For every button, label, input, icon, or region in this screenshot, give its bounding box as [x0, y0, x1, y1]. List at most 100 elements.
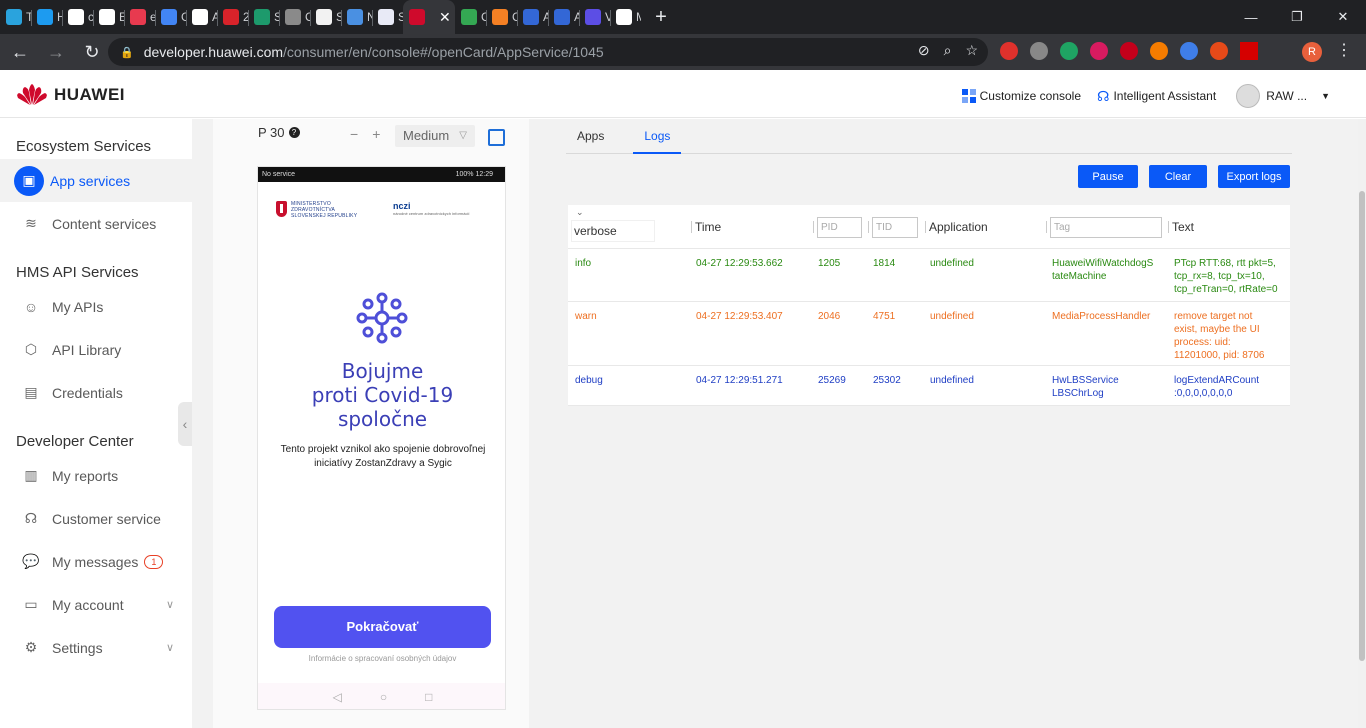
zoom-in-button[interactable]: + [372, 126, 380, 142]
device-model[interactable]: P 30 ? [258, 125, 300, 140]
headline-line-1: Bojujme [341, 359, 424, 383]
document-icon: ▤ [24, 384, 38, 400]
user-menu[interactable]: RAW ... ▼ [1236, 84, 1330, 108]
new-tab-button[interactable]: + [649, 6, 673, 29]
tab-favicon-icon [254, 9, 270, 25]
column-tag: Tag [1046, 205, 1162, 249]
chevron-down-icon[interactable]: ⌄ [576, 207, 584, 218]
text-line: remove target not [1174, 311, 1253, 322]
extension-icon[interactable] [1180, 42, 1198, 60]
table-row[interactable]: debug 04-27 12:29:51.271 25269 25302 und… [568, 366, 1290, 406]
column-time-label: Time [695, 220, 722, 234]
tag-filter-input[interactable]: Tag [1050, 216, 1162, 238]
browser-tab[interactable]: Aut [517, 0, 548, 34]
sidebar-collapse-toggle[interactable]: ‹ [178, 402, 192, 446]
extension-icon[interactable] [1150, 42, 1168, 60]
profile-avatar[interactable]: R [1302, 42, 1322, 62]
browser-tab[interactable]: Vir [579, 0, 610, 34]
back-triangle-icon[interactable]: ◁ [333, 690, 342, 704]
headline-line-3: spoločne [337, 407, 428, 431]
extension-icon[interactable] [1030, 42, 1048, 60]
flag-extension-icon[interactable] [1240, 42, 1258, 60]
sidebar-item-my-apis[interactable]: ☺ My APIs [0, 285, 192, 328]
pause-button[interactable]: Pause [1078, 165, 1138, 188]
table-row[interactable]: warn 04-27 12:29:53.407 2046 4751 undefi… [568, 302, 1290, 366]
sidebar-item-api-library[interactable]: ⬡ API Library [0, 328, 192, 371]
browser-tab[interactable]: Cor [279, 0, 310, 34]
customize-console-link[interactable]: Customize console [961, 89, 1081, 103]
clear-button[interactable]: Clear [1149, 165, 1207, 188]
browser-tab[interactable]: AM [186, 0, 217, 34]
phone-screen[interactable]: No service 100% 12:29 MINISTERSTVO ZDRAV… [257, 166, 506, 710]
browser-menu-icon[interactable]: ⋮ [1336, 40, 1352, 60]
export-logs-button[interactable]: Export logs [1218, 165, 1290, 188]
extension-icon[interactable] [1090, 42, 1108, 60]
browser-tab[interactable]: Edi [93, 0, 124, 34]
help-icon[interactable]: ? [288, 127, 300, 138]
maximize-button[interactable]: ❐ [1274, 0, 1320, 34]
back-button[interactable]: ← [4, 36, 36, 68]
browser-tab[interactable]: Hor [31, 0, 62, 34]
sidebar-item-credentials[interactable]: ▤ Credentials [0, 371, 192, 414]
browser-tab[interactable]: Tele [0, 0, 31, 34]
brave-extension-icon[interactable] [1000, 42, 1018, 60]
device-size-select[interactable]: Medium ▽ [395, 125, 475, 147]
sidebar-item-my-messages[interactable]: 💬 My messages 1 [0, 540, 192, 583]
lastpass-extension-icon[interactable] [1120, 42, 1138, 60]
tab-apps[interactable]: Apps [566, 122, 615, 154]
forward-button[interactable]: → [40, 36, 72, 68]
sidebar-item-label: App services [50, 172, 131, 189]
close-tab-icon[interactable]: ✕ [439, 9, 451, 26]
home-circle-icon[interactable]: ○ [380, 690, 387, 704]
browser-tab[interactable]: Sto [372, 0, 403, 34]
scrollbar-thumb[interactable] [1359, 191, 1365, 661]
sidebar-item-my-reports[interactable]: ▥ My reports [0, 454, 192, 497]
bookmark-star-icon[interactable]: ☆ [965, 42, 978, 59]
phone-navigation-bar: ◁ ○ □ [258, 683, 505, 709]
minimize-button[interactable]: — [1228, 0, 1274, 34]
reload-button[interactable]: ↻ [76, 36, 108, 68]
intelligent-assistant-link[interactable]: ☊ Intelligent Assistant [1097, 88, 1216, 105]
extension-icon[interactable] [1210, 42, 1228, 60]
ministry-logo-text: MINISTERSTVO ZDRAVOTNÍCTVA SLOVENSKEJ RE… [291, 201, 358, 219]
zoom-icon[interactable]: ⌕ [944, 42, 952, 59]
text-line: 11201000, pid: 8706 [1174, 350, 1265, 361]
tab-logs[interactable]: Logs [633, 122, 682, 154]
tid-filter-input[interactable]: TID [872, 216, 918, 238]
continue-button[interactable]: Pokračovať [274, 606, 491, 648]
bar-chart-icon: ▥ [24, 467, 38, 483]
browser-tab[interactable]: Aut [548, 0, 579, 34]
browser-tab[interactable]: Goo [155, 0, 186, 34]
browser-tab[interactable]: Ma [610, 0, 641, 34]
cell-level: info [575, 258, 592, 269]
browser-tab[interactable]: Co [455, 0, 486, 34]
browser-tab[interactable]: 28 [217, 0, 248, 34]
address-bar[interactable]: 🔒 developer.huawei.com /consumer/en/cons… [108, 38, 988, 66]
browser-tab[interactable]: Sta [310, 0, 341, 34]
sidebar-item-my-account[interactable]: ▭ My account ∨ [0, 583, 192, 626]
table-row[interactable]: info 04-27 12:29:53.662 1205 1814 undefi… [568, 249, 1290, 302]
browser-tab[interactable]: Co [486, 0, 517, 34]
column-tid: TID [868, 205, 918, 249]
screenshot-icon[interactable] [488, 129, 505, 146]
cell-tag: MediaProcessHandler [1052, 310, 1150, 323]
browser-tab[interactable]: ✕ [403, 0, 455, 34]
browser-tab[interactable]: ct-r [62, 0, 93, 34]
privacy-info-link[interactable]: Informácie o spracovaní osobných údajov [258, 654, 505, 663]
drive-extension-icon[interactable] [1060, 42, 1078, 60]
sidebar-item-content-services[interactable]: ≋ Content services [0, 202, 192, 245]
browser-tab[interactable]: Sm [248, 0, 279, 34]
site-settings-icon[interactable]: ⊘ [918, 42, 930, 59]
browser-tab[interactable]: Nat [341, 0, 372, 34]
sidebar-item-customer-service[interactable]: ☊ Customer service [0, 497, 192, 540]
log-level-select[interactable]: verbose [572, 221, 654, 241]
browser-tab[interactable]: eRa [124, 0, 155, 34]
page-scrollbar[interactable] [1358, 119, 1366, 728]
sidebar-item-app-services[interactable]: ▣ App services [0, 159, 192, 202]
close-window-button[interactable]: ✕ [1320, 0, 1366, 34]
sidebar-item-settings[interactable]: ⚙ Settings ∨ [0, 626, 192, 669]
huawei-logo[interactable]: HUAWEI [16, 84, 125, 106]
zoom-out-button[interactable]: − [350, 126, 358, 142]
recents-square-icon[interactable]: □ [425, 690, 432, 704]
pid-filter-input[interactable]: PID [817, 216, 862, 238]
